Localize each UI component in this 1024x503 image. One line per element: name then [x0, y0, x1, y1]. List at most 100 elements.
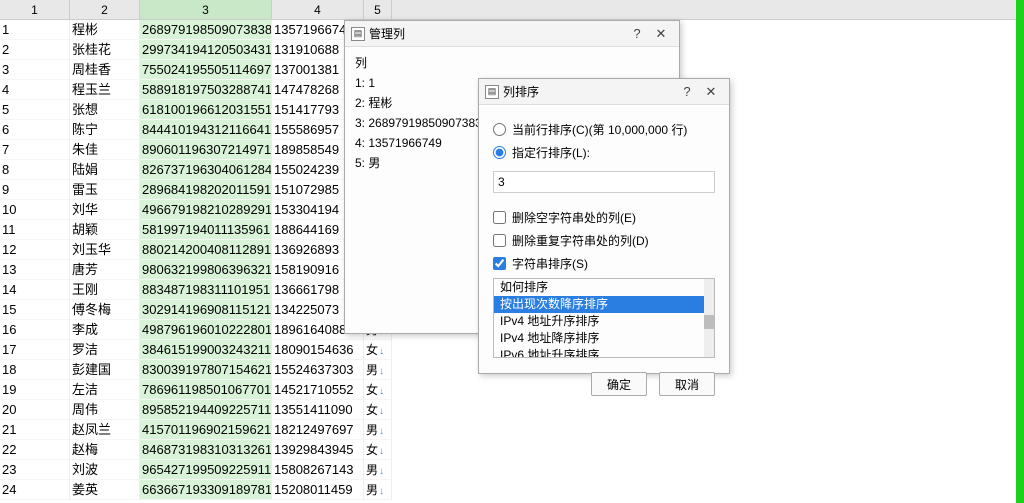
id-cell: 299734194120503431	[140, 40, 272, 60]
table-row[interactable]: 22赵梅84687319831031326113929843945女↓	[0, 440, 1024, 460]
chk-string-sort[interactable]: 字符串排序(S)	[493, 255, 715, 272]
name-cell: 刘华	[70, 200, 140, 220]
name-cell: 彭建国	[70, 360, 140, 380]
list-item[interactable]: IPv4 地址降序排序	[494, 330, 714, 347]
help-icon[interactable]: ?	[625, 26, 649, 41]
list-item[interactable]: IPv4 地址升序排序	[494, 313, 714, 330]
name-cell: 周桂香	[70, 60, 140, 80]
tel-cell: 14521710552	[272, 380, 364, 400]
name-cell: 胡颖	[70, 220, 140, 240]
row-num: 13	[0, 260, 70, 280]
tel-cell: 13929843945	[272, 440, 364, 460]
gender-cell: 女↓	[364, 380, 392, 400]
list-item[interactable]: 按出现次数降序排序	[494, 296, 714, 313]
name-cell: 陈宁	[70, 120, 140, 140]
name-cell: 罗洁	[70, 340, 140, 360]
id-cell: 755024195505114697	[140, 60, 272, 80]
row-num: 6	[0, 120, 70, 140]
col-1[interactable]: 1	[0, 0, 70, 19]
row-num: 10	[0, 200, 70, 220]
tel-cell: 15808267143	[272, 460, 364, 480]
row-num: 20	[0, 400, 70, 420]
row-num: 14	[0, 280, 70, 300]
id-cell: 830039197807154621	[140, 360, 272, 380]
name-cell: 刘波	[70, 460, 140, 480]
id-cell: 302914196908115121	[140, 300, 272, 320]
column-sort-dialog: ▤ 列排序 ? ✕ 当前行排序(C)(第 10,000,000 行) 指定行排序…	[478, 78, 730, 374]
app-icon: ▤	[485, 85, 499, 99]
row-num: 8	[0, 160, 70, 180]
id-cell: 663667193309189781	[140, 480, 272, 500]
cancel-button[interactable]: 取消	[659, 372, 715, 396]
dialog-title: 列排序	[503, 83, 675, 100]
gender-cell: 女↓	[364, 440, 392, 460]
row-num: 11	[0, 220, 70, 240]
right-scrollbar[interactable]	[1016, 0, 1024, 503]
list-item[interactable]: 如何排序	[494, 279, 714, 296]
id-cell: 384615199003243211	[140, 340, 272, 360]
id-cell: 890601196307214971	[140, 140, 272, 160]
row-num: 18	[0, 360, 70, 380]
tel-cell: 13551411090	[272, 400, 364, 420]
row-num: 4	[0, 80, 70, 100]
col-3[interactable]: 3	[140, 0, 272, 19]
column-header: 1 2 3 4 5	[0, 0, 1024, 20]
close-icon[interactable]: ✕	[699, 84, 723, 100]
radio-current-row[interactable]: 当前行排序(C)(第 10,000,000 行)	[493, 121, 715, 138]
name-cell: 雷玉	[70, 180, 140, 200]
row-input[interactable]	[493, 171, 715, 193]
row-num: 3	[0, 60, 70, 80]
help-icon[interactable]: ?	[675, 84, 699, 99]
tel-cell: 15524637303	[272, 360, 364, 380]
name-cell: 程彬	[70, 20, 140, 40]
list-item[interactable]: IPv6 地址升序排序	[494, 347, 714, 358]
chk-remove-dup[interactable]: 删除重复字符串处的列(D)	[493, 232, 715, 249]
row-num: 21	[0, 420, 70, 440]
name-cell: 李成	[70, 320, 140, 340]
gender-cell: 女↓	[364, 400, 392, 420]
id-cell: 846873198310313261	[140, 440, 272, 460]
id-cell: 415701196902159621	[140, 420, 272, 440]
row-num: 16	[0, 320, 70, 340]
gender-cell: 男↓	[364, 460, 392, 480]
name-cell: 程玉兰	[70, 80, 140, 100]
row-num: 22	[0, 440, 70, 460]
close-icon[interactable]: ✕	[649, 26, 673, 42]
col-4[interactable]: 4	[272, 0, 364, 19]
name-cell: 周伟	[70, 400, 140, 420]
sort-options-list[interactable]: 如何排序按出现次数降序排序IPv4 地址升序排序IPv4 地址降序排序IPv6 …	[493, 278, 715, 358]
table-row[interactable]: 23刘波96542719950922591115808267143男↓	[0, 460, 1024, 480]
id-cell: 980632199806396321	[140, 260, 272, 280]
id-cell: 786961198501067701	[140, 380, 272, 400]
gender-cell: 男↓	[364, 420, 392, 440]
row-num: 23	[0, 460, 70, 480]
row-num: 2	[0, 40, 70, 60]
id-cell: 965427199509225911	[140, 460, 272, 480]
chk-remove-empty[interactable]: 删除空字符串处的列(E)	[493, 209, 715, 226]
row-num: 5	[0, 100, 70, 120]
name-cell: 张桂花	[70, 40, 140, 60]
id-cell: 826737196304061284	[140, 160, 272, 180]
name-cell: 唐芳	[70, 260, 140, 280]
id-cell: 880214200408112891	[140, 240, 272, 260]
row-num: 7	[0, 140, 70, 160]
id-cell: 268979198509073838	[140, 20, 272, 40]
id-cell: 498796196010222801	[140, 320, 272, 340]
id-cell: 289684198202011591	[140, 180, 272, 200]
radio-specified-row[interactable]: 指定行排序(L):	[493, 144, 715, 161]
id-cell: 618100196612031551	[140, 100, 272, 120]
name-cell: 王刚	[70, 280, 140, 300]
col-2[interactable]: 2	[70, 0, 140, 19]
gender-cell: 女↓	[364, 340, 392, 360]
table-row[interactable]: 24姜英66366719330918978115208011459男↓	[0, 480, 1024, 500]
row-num: 19	[0, 380, 70, 400]
gender-cell: 男↓	[364, 480, 392, 500]
tel-cell: 18212497697	[272, 420, 364, 440]
table-row[interactable]: 21赵凤兰41570119690215962118212497697男↓	[0, 420, 1024, 440]
id-cell: 581997194011135961	[140, 220, 272, 240]
tel-cell: 18090154636	[272, 340, 364, 360]
list-scrollbar[interactable]	[704, 279, 714, 357]
name-cell: 张想	[70, 100, 140, 120]
ok-button[interactable]: 确定	[591, 372, 647, 396]
col-5[interactable]: 5	[364, 0, 392, 19]
